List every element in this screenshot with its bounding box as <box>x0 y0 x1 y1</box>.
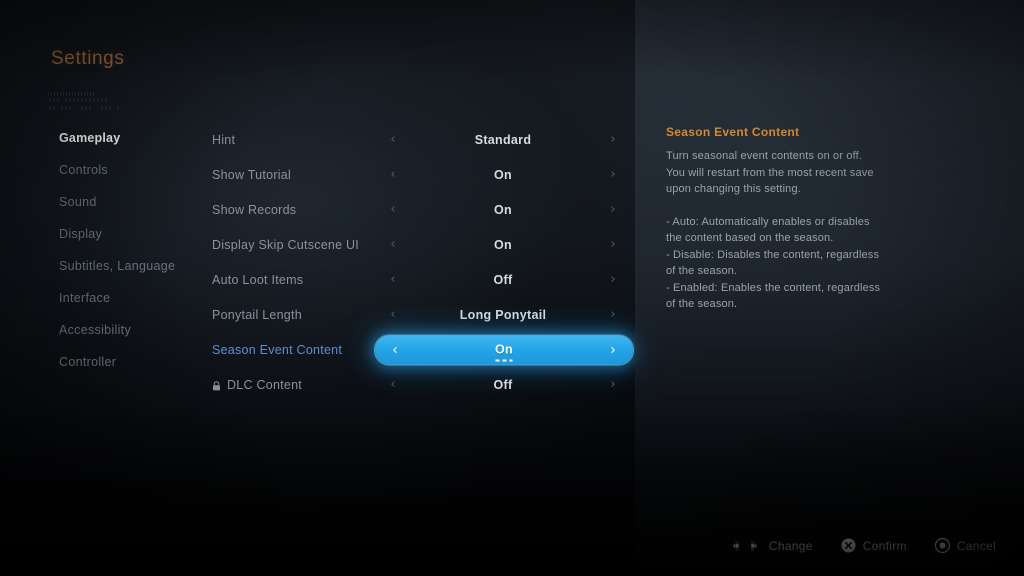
chevron-left-icon[interactable]: ‹ <box>387 203 399 216</box>
footer-button-label: Cancel <box>956 538 996 553</box>
sidebar-item-sound[interactable]: Sound <box>0 186 190 218</box>
page-title: Settings <box>51 48 125 69</box>
option-row-display-skip-cutscene-ui[interactable]: Display Skip Cutscene UI ‹ On › <box>190 227 640 262</box>
option-label: Season Event Content <box>212 343 342 357</box>
sidebar-item-subtitles-language[interactable]: Subtitles, Language <box>0 250 190 282</box>
description-content: Season Event Content Turn seasonal event… <box>666 125 884 313</box>
option-row-show-tutorial[interactable]: Show Tutorial ‹ On › <box>190 157 640 192</box>
sidebar-item-interface[interactable]: Interface <box>0 282 190 314</box>
option-label-text: Show Records <box>212 202 297 217</box>
sidebar-item-controller[interactable]: Controller <box>0 346 190 378</box>
option-label-text: Auto Loot Items <box>212 272 304 287</box>
settings-screen: ▮▮▮ ▮▮▮▮▮▮▮▮▮▮▮ ▮▮.▮▮▮ ▮▮▮ ▮▮▮ ▮ Setting… <box>0 0 1024 576</box>
option-row-dlc-content[interactable]: DLC Content ‹ Off › <box>190 367 640 402</box>
sidebar-item-controls[interactable]: Controls <box>0 154 190 186</box>
circle-button-icon <box>934 538 950 553</box>
option-control[interactable]: ‹ On › <box>375 161 631 189</box>
chevron-right-icon[interactable]: › <box>607 342 619 357</box>
footer-button-label: Change <box>768 538 813 553</box>
chevron-right-icon[interactable]: › <box>607 203 619 216</box>
option-row-hint[interactable]: Hint ‹ Standard › <box>190 122 640 157</box>
value-underline-marker <box>495 359 513 362</box>
sidebar-item-label: Controls <box>59 163 108 177</box>
option-row-season-event-content[interactable]: Season Event Content ‹ On › <box>190 332 640 367</box>
option-control[interactable]: ‹ On › <box>375 335 633 364</box>
option-label: Display Skip Cutscene UI <box>212 238 359 252</box>
option-control[interactable]: ‹ Standard › <box>375 126 631 154</box>
chevron-left-icon[interactable]: ‹ <box>387 168 399 181</box>
sidebar-item-label: Sound <box>59 195 97 209</box>
option-control[interactable]: ‹ Off › <box>375 371 631 399</box>
footer-button-hints: Change Confirm Cancel <box>728 538 996 553</box>
dpad-left-right-icon <box>728 539 762 553</box>
chevron-left-icon[interactable]: ‹ <box>387 133 399 146</box>
sidebar-item-label: Display <box>59 227 103 241</box>
option-label-text: Ponytail Length <box>212 307 302 322</box>
option-label: Auto Loot Items <box>212 273 303 287</box>
footer-button-confirm[interactable]: Confirm <box>841 538 907 553</box>
chevron-right-icon[interactable]: › <box>607 133 619 146</box>
option-label-text: DLC Content <box>227 377 303 392</box>
option-value: On <box>494 202 512 217</box>
option-row-ponytail-length[interactable]: Ponytail Length ‹ Long Ponytail › <box>190 297 640 332</box>
chevron-right-icon[interactable]: › <box>607 238 619 251</box>
chevron-right-icon[interactable]: › <box>607 378 619 391</box>
settings-category-sidebar: Gameplay Controls Sound Display Subtitle… <box>0 122 190 378</box>
decorative-micro-text: ▮▮▮ ▮▮▮▮▮▮▮▮▮▮▮ ▮▮.▮▮▮ ▮▮▮ ▮▮▮ ▮ <box>48 97 121 112</box>
chevron-left-icon[interactable]: ‹ <box>387 378 399 391</box>
option-value: On <box>494 237 512 252</box>
option-value: Off <box>493 272 513 287</box>
description-title: Season Event Content <box>666 125 800 139</box>
cross-button-icon <box>841 538 856 553</box>
footer-button-cancel[interactable]: Cancel <box>934 538 996 553</box>
footer-button-change[interactable]: Change <box>728 539 813 553</box>
sidebar-item-label: Controller <box>59 355 117 369</box>
sidebar-item-gameplay[interactable]: Gameplay <box>0 122 190 154</box>
chevron-right-icon[interactable]: › <box>607 308 619 321</box>
sidebar-item-accessibility[interactable]: Accessibility <box>0 314 190 346</box>
footer-button-label: Confirm <box>862 538 907 553</box>
sidebar-item-label: Gameplay <box>59 131 121 145</box>
option-label: Show Records <box>212 203 296 217</box>
option-label-text: Season Event Content <box>212 342 343 357</box>
option-value-text: On <box>495 342 513 357</box>
option-value: Standard <box>474 132 532 147</box>
option-control[interactable]: ‹ Long Ponytail › <box>375 301 631 329</box>
option-value: On <box>494 167 512 182</box>
chevron-left-icon[interactable]: ‹ <box>387 308 399 321</box>
option-value: On <box>401 342 607 362</box>
option-control[interactable]: ‹ On › <box>375 196 631 224</box>
sidebar-item-label: Accessibility <box>59 323 131 337</box>
chevron-right-icon[interactable]: › <box>607 273 619 286</box>
option-label: Hint <box>212 133 235 147</box>
option-label-text: Hint <box>212 132 236 147</box>
lock-icon <box>212 380 221 390</box>
option-label: Show Tutorial <box>212 168 291 182</box>
option-label: Ponytail Length <box>212 308 302 322</box>
option-label: DLC Content <box>212 378 302 392</box>
description-bullets: - Auto: Automatically enables or disable… <box>666 215 881 311</box>
option-label-text: Display Skip Cutscene UI <box>212 237 360 252</box>
option-control[interactable]: ‹ On › <box>375 231 631 259</box>
chevron-right-icon[interactable]: › <box>607 168 619 181</box>
option-value: Off <box>493 377 513 392</box>
option-row-show-records[interactable]: Show Records ‹ On › <box>190 192 640 227</box>
chevron-left-icon[interactable]: ‹ <box>387 273 399 286</box>
sidebar-item-label: Interface <box>59 291 111 305</box>
chevron-left-icon[interactable]: ‹ <box>389 342 401 357</box>
option-row-auto-loot-items[interactable]: Auto Loot Items ‹ Off › <box>190 262 640 297</box>
settings-options-list: Hint ‹ Standard › Show Tutorial ‹ On › S… <box>190 122 640 402</box>
option-control[interactable]: ‹ Off › <box>375 266 631 294</box>
sidebar-item-label: Subtitles, Language <box>59 259 176 273</box>
decorative-bar <box>48 92 96 96</box>
option-label-text: Show Tutorial <box>212 167 291 182</box>
option-value: Long Ponytail <box>459 307 547 322</box>
chevron-left-icon[interactable]: ‹ <box>387 238 399 251</box>
description-body: Turn seasonal event contents on or off. … <box>666 150 874 195</box>
description-panel: Season Event Content Turn seasonal event… <box>635 0 1024 576</box>
sidebar-item-display[interactable]: Display <box>0 218 190 250</box>
